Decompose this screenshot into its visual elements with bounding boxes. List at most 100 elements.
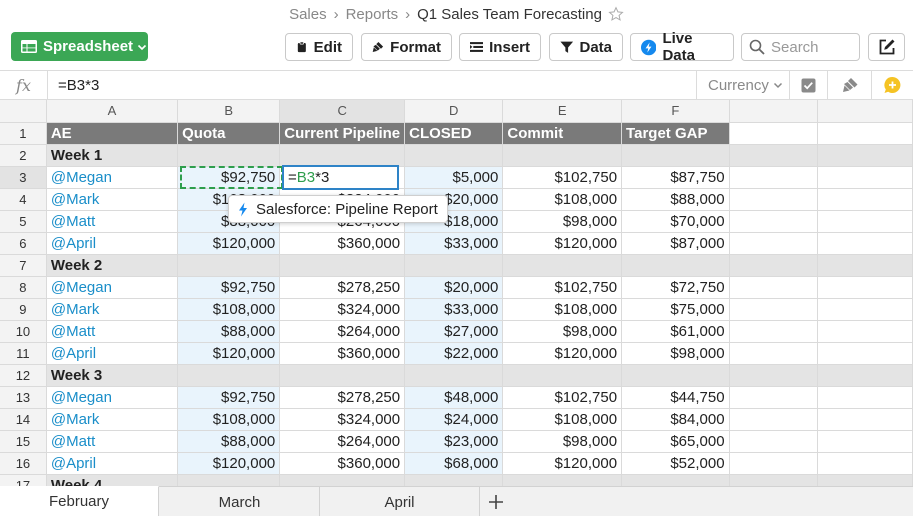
- week-row-cell[interactable]: [279, 364, 406, 387]
- empty-cell[interactable]: [729, 254, 819, 277]
- spreadsheet-button[interactable]: Spreadsheet: [11, 32, 148, 61]
- empty-cell[interactable]: [729, 430, 819, 453]
- empty-cell[interactable]: [729, 276, 819, 299]
- header-cell[interactable]: Quota: [177, 122, 281, 145]
- commit-cell[interactable]: $102,750: [502, 276, 623, 299]
- empty-cell[interactable]: [729, 452, 819, 475]
- row-header[interactable]: 7: [0, 254, 47, 277]
- week-row-cell[interactable]: [279, 144, 406, 167]
- empty-cell[interactable]: [817, 122, 913, 145]
- closed-cell[interactable]: $22,000: [404, 342, 504, 365]
- commit-cell[interactable]: $102,750: [502, 166, 623, 189]
- format-dropdown[interactable]: Currency: [708, 71, 783, 99]
- gap-cell[interactable]: $65,000: [621, 430, 730, 453]
- closed-cell[interactable]: $20,000: [404, 276, 504, 299]
- week-row-cell[interactable]: [279, 254, 406, 277]
- week-row-cell[interactable]: [404, 144, 504, 167]
- quota-cell[interactable]: $88,000: [177, 430, 281, 453]
- empty-cell[interactable]: [817, 430, 913, 453]
- add-comment-button[interactable]: [874, 71, 910, 99]
- quota-cell[interactable]: $120,000: [177, 342, 281, 365]
- week-label-cell[interactable]: Week 1: [46, 144, 179, 167]
- data-button[interactable]: Data: [549, 33, 623, 61]
- week-row-cell[interactable]: [279, 474, 406, 486]
- week-row-cell[interactable]: [502, 144, 623, 167]
- header-cell[interactable]: Target GAP: [621, 122, 730, 145]
- breadcrumb-reports[interactable]: Reports: [346, 6, 399, 23]
- week-label-cell[interactable]: Week 2: [46, 254, 179, 277]
- ae-mention-cell[interactable]: @Megan: [46, 166, 179, 189]
- empty-cell[interactable]: [729, 298, 819, 321]
- empty-cell[interactable]: [817, 452, 913, 475]
- gap-cell[interactable]: $87,750: [621, 166, 730, 189]
- column-header-a[interactable]: A: [46, 100, 179, 123]
- ae-mention-cell[interactable]: @April: [46, 342, 179, 365]
- row-header[interactable]: 15: [0, 430, 47, 453]
- ae-mention-cell[interactable]: @April: [46, 452, 179, 475]
- empty-cell[interactable]: [729, 210, 819, 233]
- commit-cell[interactable]: $120,000: [502, 452, 623, 475]
- header-cell[interactable]: Commit: [502, 122, 623, 145]
- empty-cell[interactable]: [817, 232, 913, 255]
- week-row-cell[interactable]: [502, 364, 623, 387]
- ae-mention-cell[interactable]: @Mark: [46, 188, 179, 211]
- compose-button[interactable]: [868, 33, 905, 61]
- ae-mention-cell[interactable]: @Matt: [46, 210, 179, 233]
- commit-cell[interactable]: $108,000: [502, 408, 623, 431]
- commit-cell[interactable]: $98,000: [502, 320, 623, 343]
- header-cell[interactable]: AE: [46, 122, 179, 145]
- week-row-cell[interactable]: [177, 144, 281, 167]
- tab-april[interactable]: April: [320, 487, 479, 516]
- empty-cell[interactable]: [729, 386, 819, 409]
- row-header[interactable]: 16: [0, 452, 47, 475]
- empty-cell[interactable]: [729, 166, 819, 189]
- closed-cell[interactable]: $68,000: [404, 452, 504, 475]
- week-row-cell[interactable]: [177, 474, 281, 486]
- pipeline-cell[interactable]: $264,000: [279, 320, 406, 343]
- closed-cell[interactable]: $33,000: [404, 298, 504, 321]
- row-header[interactable]: 3: [0, 166, 47, 189]
- row-header[interactable]: 13: [0, 386, 47, 409]
- empty-cell[interactable]: [817, 342, 913, 365]
- column-header-f[interactable]: F: [621, 100, 730, 123]
- empty-cell[interactable]: [729, 232, 819, 255]
- gap-cell[interactable]: $84,000: [621, 408, 730, 431]
- select-all-corner[interactable]: [0, 100, 47, 123]
- pipeline-cell[interactable]: $324,000: [279, 408, 406, 431]
- gap-cell[interactable]: $87,000: [621, 232, 730, 255]
- empty-cell[interactable]: [729, 342, 819, 365]
- column-header-d[interactable]: D: [404, 100, 504, 123]
- row-header[interactable]: 4: [0, 188, 47, 211]
- empty-cell[interactable]: [729, 122, 819, 145]
- checkbox-format-button[interactable]: [790, 71, 826, 99]
- empty-cell[interactable]: [817, 320, 913, 343]
- week-row-cell[interactable]: [621, 254, 730, 277]
- format-button[interactable]: Format: [361, 33, 452, 61]
- row-header[interactable]: 12: [0, 364, 47, 387]
- gap-cell[interactable]: $88,000: [621, 188, 730, 211]
- closed-cell[interactable]: $23,000: [404, 430, 504, 453]
- quota-cell[interactable]: $120,000: [177, 452, 281, 475]
- ae-mention-cell[interactable]: @Mark: [46, 408, 179, 431]
- column-header-c[interactable]: C: [279, 100, 406, 123]
- closed-cell[interactable]: $48,000: [404, 386, 504, 409]
- empty-cell[interactable]: [817, 386, 913, 409]
- star-icon[interactable]: [608, 6, 624, 22]
- edit-button[interactable]: Edit: [285, 33, 353, 61]
- quota-cell[interactable]: $108,000: [177, 298, 281, 321]
- week-row-cell[interactable]: [502, 474, 623, 486]
- tab-march[interactable]: March: [160, 487, 319, 516]
- empty-cell[interactable]: [729, 364, 819, 387]
- ae-mention-cell[interactable]: @Matt: [46, 320, 179, 343]
- commit-cell[interactable]: $102,750: [502, 386, 623, 409]
- row-header[interactable]: 10: [0, 320, 47, 343]
- closed-cell[interactable]: $24,000: [404, 408, 504, 431]
- empty-cell[interactable]: [817, 276, 913, 299]
- week-row-cell[interactable]: [502, 254, 623, 277]
- row-header[interactable]: 8: [0, 276, 47, 299]
- header-cell[interactable]: CLOSED: [404, 122, 504, 145]
- closed-cell[interactable]: $33,000: [404, 232, 504, 255]
- quota-cell[interactable]: $120,000: [177, 232, 281, 255]
- column-header-b[interactable]: B: [177, 100, 281, 123]
- week-row-cell[interactable]: [404, 364, 504, 387]
